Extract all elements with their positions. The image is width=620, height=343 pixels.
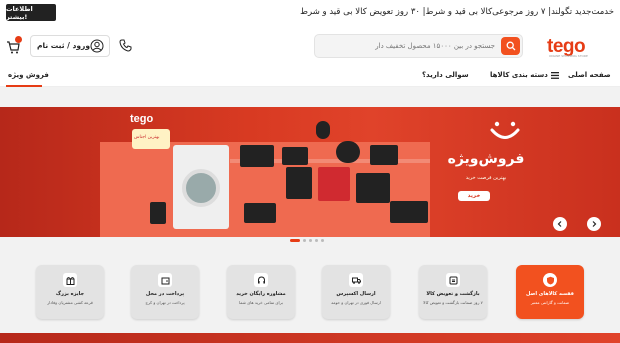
search-input[interactable]: جستجو در بین ۱۵۰۰۰ محصول تخفیف دار bbox=[375, 42, 495, 50]
shield-icon bbox=[543, 273, 557, 287]
product-image bbox=[150, 202, 166, 224]
more-info-button[interactable]: اطلاعات بیشتر! bbox=[6, 4, 56, 21]
slider-dot[interactable] bbox=[315, 238, 318, 242]
wallet-icon bbox=[158, 273, 172, 287]
feature-card[interactable]: پرداخت در محل پرداخت در تهران و کرج bbox=[131, 265, 199, 319]
slider-dot[interactable] bbox=[309, 238, 312, 242]
product-image bbox=[282, 147, 308, 165]
support-icon bbox=[254, 273, 268, 287]
product-image bbox=[370, 145, 398, 165]
feature-card[interactable]: بازگشت و تعویض کالا ۷ روز ضمانت بازگشت و… bbox=[419, 265, 487, 319]
slider-next-button[interactable] bbox=[587, 217, 601, 231]
truck-icon bbox=[349, 273, 363, 287]
chevron-left-icon bbox=[557, 221, 562, 227]
nav-home[interactable]: صفحه اصلی bbox=[568, 71, 611, 79]
phone-icon[interactable] bbox=[119, 39, 132, 52]
feature-card-highlighted[interactable]: قفسه کالاهای اصل ضمانت و گارانتی معتبر bbox=[516, 265, 584, 319]
user-icon bbox=[90, 39, 104, 53]
nav-categories-label: دسته بندی کالاها bbox=[490, 71, 548, 79]
slider-dot-active[interactable] bbox=[290, 238, 300, 242]
search-box[interactable]: جستجو در بین ۱۵۰۰۰ محصول تخفیف دار bbox=[314, 34, 523, 58]
gift-icon bbox=[63, 273, 77, 287]
nav-home-label: صفحه اصلی bbox=[568, 71, 611, 79]
nav-categories[interactable]: دسته بندی کالاها bbox=[490, 71, 559, 79]
nav-faq[interactable]: سوالی دارید؟ bbox=[422, 71, 469, 79]
slider-dot[interactable] bbox=[321, 238, 324, 242]
banner-brand: tego bbox=[130, 113, 154, 125]
search-button[interactable] bbox=[501, 37, 520, 55]
product-image bbox=[336, 141, 360, 163]
sale-smile-icon bbox=[490, 121, 520, 139]
chevron-right-icon bbox=[592, 221, 597, 227]
feature-card[interactable]: مشاوره رایگان خرید برای تمامی خرید های ش… bbox=[227, 265, 295, 319]
banner-tag: بهترین اجناس bbox=[132, 129, 170, 149]
search-icon bbox=[506, 41, 515, 51]
menu-icon bbox=[550, 71, 559, 79]
cart-badge bbox=[15, 36, 22, 43]
bottom-banner-strip bbox=[0, 333, 620, 343]
product-image bbox=[244, 203, 276, 223]
slider-dots bbox=[290, 238, 324, 242]
return-icon bbox=[446, 273, 460, 287]
banner-title: فروش‌ویژه bbox=[447, 151, 525, 167]
nav-faq-label: سوالی دارید؟ bbox=[422, 71, 469, 79]
login-button[interactable]: ورود / ثبت نام bbox=[30, 35, 110, 57]
product-image bbox=[356, 173, 390, 203]
product-image bbox=[390, 201, 428, 223]
promo-text: خدمت‌جدید تگو‌لند| ۷ روز مرجوعی‌کالا بی … bbox=[300, 7, 614, 17]
feature-cards: جایزه بزرگ قرعه کشی مشتریان وفادار پرداخ… bbox=[0, 255, 620, 330]
active-tab-underline bbox=[6, 85, 42, 87]
feature-card[interactable]: جایزه بزرگ قرعه کشی مشتریان وفادار bbox=[36, 265, 104, 319]
logo[interactable]: tego ONLINE SHOPPING STORE bbox=[547, 36, 615, 60]
logo-tagline: ONLINE SHOPPING STORE bbox=[549, 54, 588, 58]
product-image bbox=[240, 145, 274, 167]
cart-button[interactable] bbox=[6, 36, 22, 58]
top-bar: اطلاعات بیشتر! خدمت‌جدید تگو‌لند| ۷ روز … bbox=[0, 0, 620, 27]
nav-sale[interactable]: فروش ویژه bbox=[8, 71, 49, 79]
header: tego ONLINE SHOPPING STORE جستجو در بین … bbox=[0, 27, 620, 67]
slider-dot[interactable] bbox=[303, 238, 306, 242]
nav-sale-label: فروش ویژه bbox=[8, 71, 49, 79]
hero-banner[interactable]: tego بهترین اجناس فروش‌ویژه بهترین فرصت … bbox=[0, 107, 620, 237]
banner-subtitle: بهترین فرصت خرید bbox=[465, 175, 507, 181]
product-image bbox=[318, 167, 350, 201]
feature-card[interactable]: ارسال اکسپرس ارسال فوری در تهران و حومه bbox=[322, 265, 390, 319]
washing-machine-image bbox=[173, 145, 229, 229]
nav-bar: صفحه اصلی دسته بندی کالاها سوالی دارید؟ … bbox=[0, 67, 620, 87]
slider-prev-button[interactable] bbox=[553, 217, 567, 231]
product-image bbox=[286, 167, 312, 199]
login-label: ورود / ثبت نام bbox=[37, 41, 91, 50]
product-image bbox=[316, 121, 330, 139]
banner-buy-button[interactable]: خرید bbox=[458, 191, 490, 201]
